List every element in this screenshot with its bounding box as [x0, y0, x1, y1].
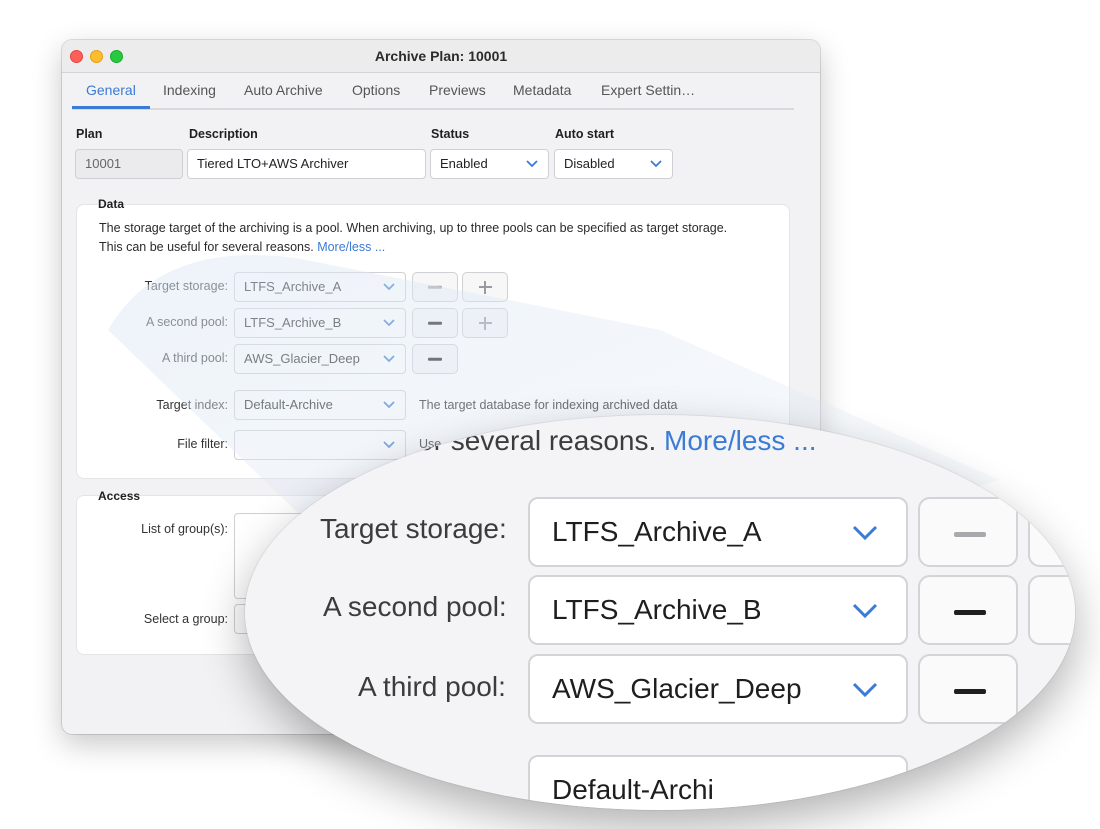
- zoom-third-pool-label: A third pool:: [358, 671, 506, 702]
- chevron-down-icon: [852, 525, 878, 541]
- description-field[interactable]: Tiered LTO+AWS Archiver: [187, 149, 426, 179]
- chevron-down-icon: [383, 355, 395, 363]
- minus-icon: [954, 689, 986, 694]
- status-select[interactable]: Enabled: [430, 149, 549, 179]
- data-description: The storage target of the archiving is a…: [99, 219, 779, 257]
- tab-options[interactable]: Options: [338, 80, 414, 110]
- data-description-line1: The storage target of the archiving is a…: [99, 221, 728, 235]
- zoom-add-pool-button[interactable]: [1028, 497, 1075, 567]
- chevron-down-icon: [650, 160, 662, 168]
- third-pool-value: AWS_Glacier_Deep: [244, 351, 360, 366]
- target-index-note: The target database for indexing archive…: [419, 398, 678, 412]
- select-group-label: Select a group:: [143, 612, 228, 626]
- zoom-remove-second-pool-button[interactable]: [918, 575, 1018, 645]
- zoom-remove-pool-button-disabled[interactable]: [918, 497, 1018, 567]
- zoom-target-index-select[interactable]: Default-Archi: [528, 755, 908, 810]
- plan-label: Plan: [76, 127, 103, 141]
- remove-second-pool-button[interactable]: [412, 308, 458, 338]
- zoom-target-storage-value: LTFS_Archive_A: [552, 516, 762, 547]
- data-panel-title: Data: [98, 197, 125, 211]
- minus-icon: [428, 357, 442, 361]
- target-storage-label: Target storage:: [144, 279, 228, 293]
- tab-bar: General Indexing Auto Archive Options Pr…: [72, 72, 794, 112]
- third-pool-label: A third pool:: [161, 351, 228, 365]
- add-third-pool-button[interactable]: [462, 308, 508, 338]
- autostart-label: Auto start: [555, 127, 615, 141]
- tab-indexing[interactable]: Indexing: [149, 80, 230, 110]
- chevron-down-icon: [852, 603, 878, 619]
- zoom-more-less-link[interactable]: More/less ...: [664, 425, 816, 456]
- description-label: Description: [189, 127, 258, 141]
- tab-divider: [72, 108, 794, 110]
- zoom-second-pool-label: A second pool:: [323, 591, 507, 622]
- data-description-line2: This can be useful for several reasons.: [99, 240, 314, 254]
- zoom-target-index-value: Default-Archi: [552, 774, 714, 805]
- tab-metadata[interactable]: Metadata: [499, 80, 585, 110]
- target-index-label: Target index:: [156, 398, 228, 412]
- zoom-third-pool-value: AWS_Glacier_Deep: [552, 673, 802, 704]
- data-description-line2-wrap: This can be useful for several reasons. …: [99, 238, 779, 257]
- second-pool-value: LTFS_Archive_B: [244, 315, 342, 330]
- chevron-down-icon: [852, 682, 878, 698]
- minus-icon: [428, 285, 442, 289]
- target-storage-select[interactable]: LTFS_Archive_A: [234, 272, 406, 302]
- zoom-second-pool-select[interactable]: LTFS_Archive_B: [528, 575, 908, 645]
- zoom-target-storage-label: Target storage:: [320, 513, 507, 544]
- minus-icon: [428, 321, 442, 325]
- target-index-value: Default-Archive: [244, 397, 333, 412]
- target-storage-value: LTFS_Archive_A: [244, 279, 342, 294]
- minus-icon: [954, 532, 986, 537]
- zoom-add-third-pool-button[interactable]: [1028, 575, 1075, 645]
- tab-previews[interactable]: Previews: [415, 80, 500, 110]
- zoom-description-fragment: ful for several reasons.: [373, 425, 657, 456]
- remove-third-pool-button[interactable]: [412, 344, 458, 374]
- zoom-second-pool-value: LTFS_Archive_B: [552, 594, 762, 625]
- title-bar: Archive Plan: 10001: [62, 40, 820, 73]
- window-title: Archive Plan: 10001: [374, 48, 508, 64]
- third-pool-select[interactable]: AWS_Glacier_Deep: [234, 344, 406, 374]
- autostart-select[interactable]: Disabled: [554, 149, 673, 179]
- zoom-third-pool-select[interactable]: AWS_Glacier_Deep: [528, 654, 908, 724]
- minus-icon: [954, 610, 986, 615]
- remove-pool-button-disabled[interactable]: [412, 272, 458, 302]
- plan-field: 10001: [75, 149, 183, 179]
- second-pool-label: A second pool:: [145, 315, 228, 329]
- chevron-down-icon: [383, 319, 395, 327]
- zoom-remove-third-pool-button[interactable]: [918, 654, 1018, 724]
- status-select-value: Enabled: [440, 156, 488, 171]
- active-tab-indicator: [72, 106, 150, 109]
- tab-auto-archive[interactable]: Auto Archive: [230, 80, 337, 110]
- chevron-down-icon: [383, 283, 395, 291]
- file-filter-label: File filter:: [177, 437, 228, 451]
- second-pool-select[interactable]: LTFS_Archive_B: [234, 308, 406, 338]
- add-pool-button[interactable]: [462, 272, 508, 302]
- zoom-magnifier: ful for several reasons. More/less ... T…: [245, 415, 1075, 810]
- tab-expert-settings[interactable]: Expert Settin…: [587, 80, 709, 110]
- zoom-description-text: ful for several reasons. More/less ...: [373, 425, 817, 457]
- groups-list-label: List of group(s):: [141, 522, 228, 536]
- chevron-down-icon: [383, 401, 395, 409]
- zoom-target-storage-select[interactable]: LTFS_Archive_A: [528, 497, 908, 567]
- status-label: Status: [431, 127, 470, 141]
- more-less-link[interactable]: More/less ...: [317, 240, 385, 254]
- autostart-select-value: Disabled: [564, 156, 615, 171]
- chevron-down-icon: [526, 160, 538, 168]
- access-panel-title: Access: [98, 489, 141, 503]
